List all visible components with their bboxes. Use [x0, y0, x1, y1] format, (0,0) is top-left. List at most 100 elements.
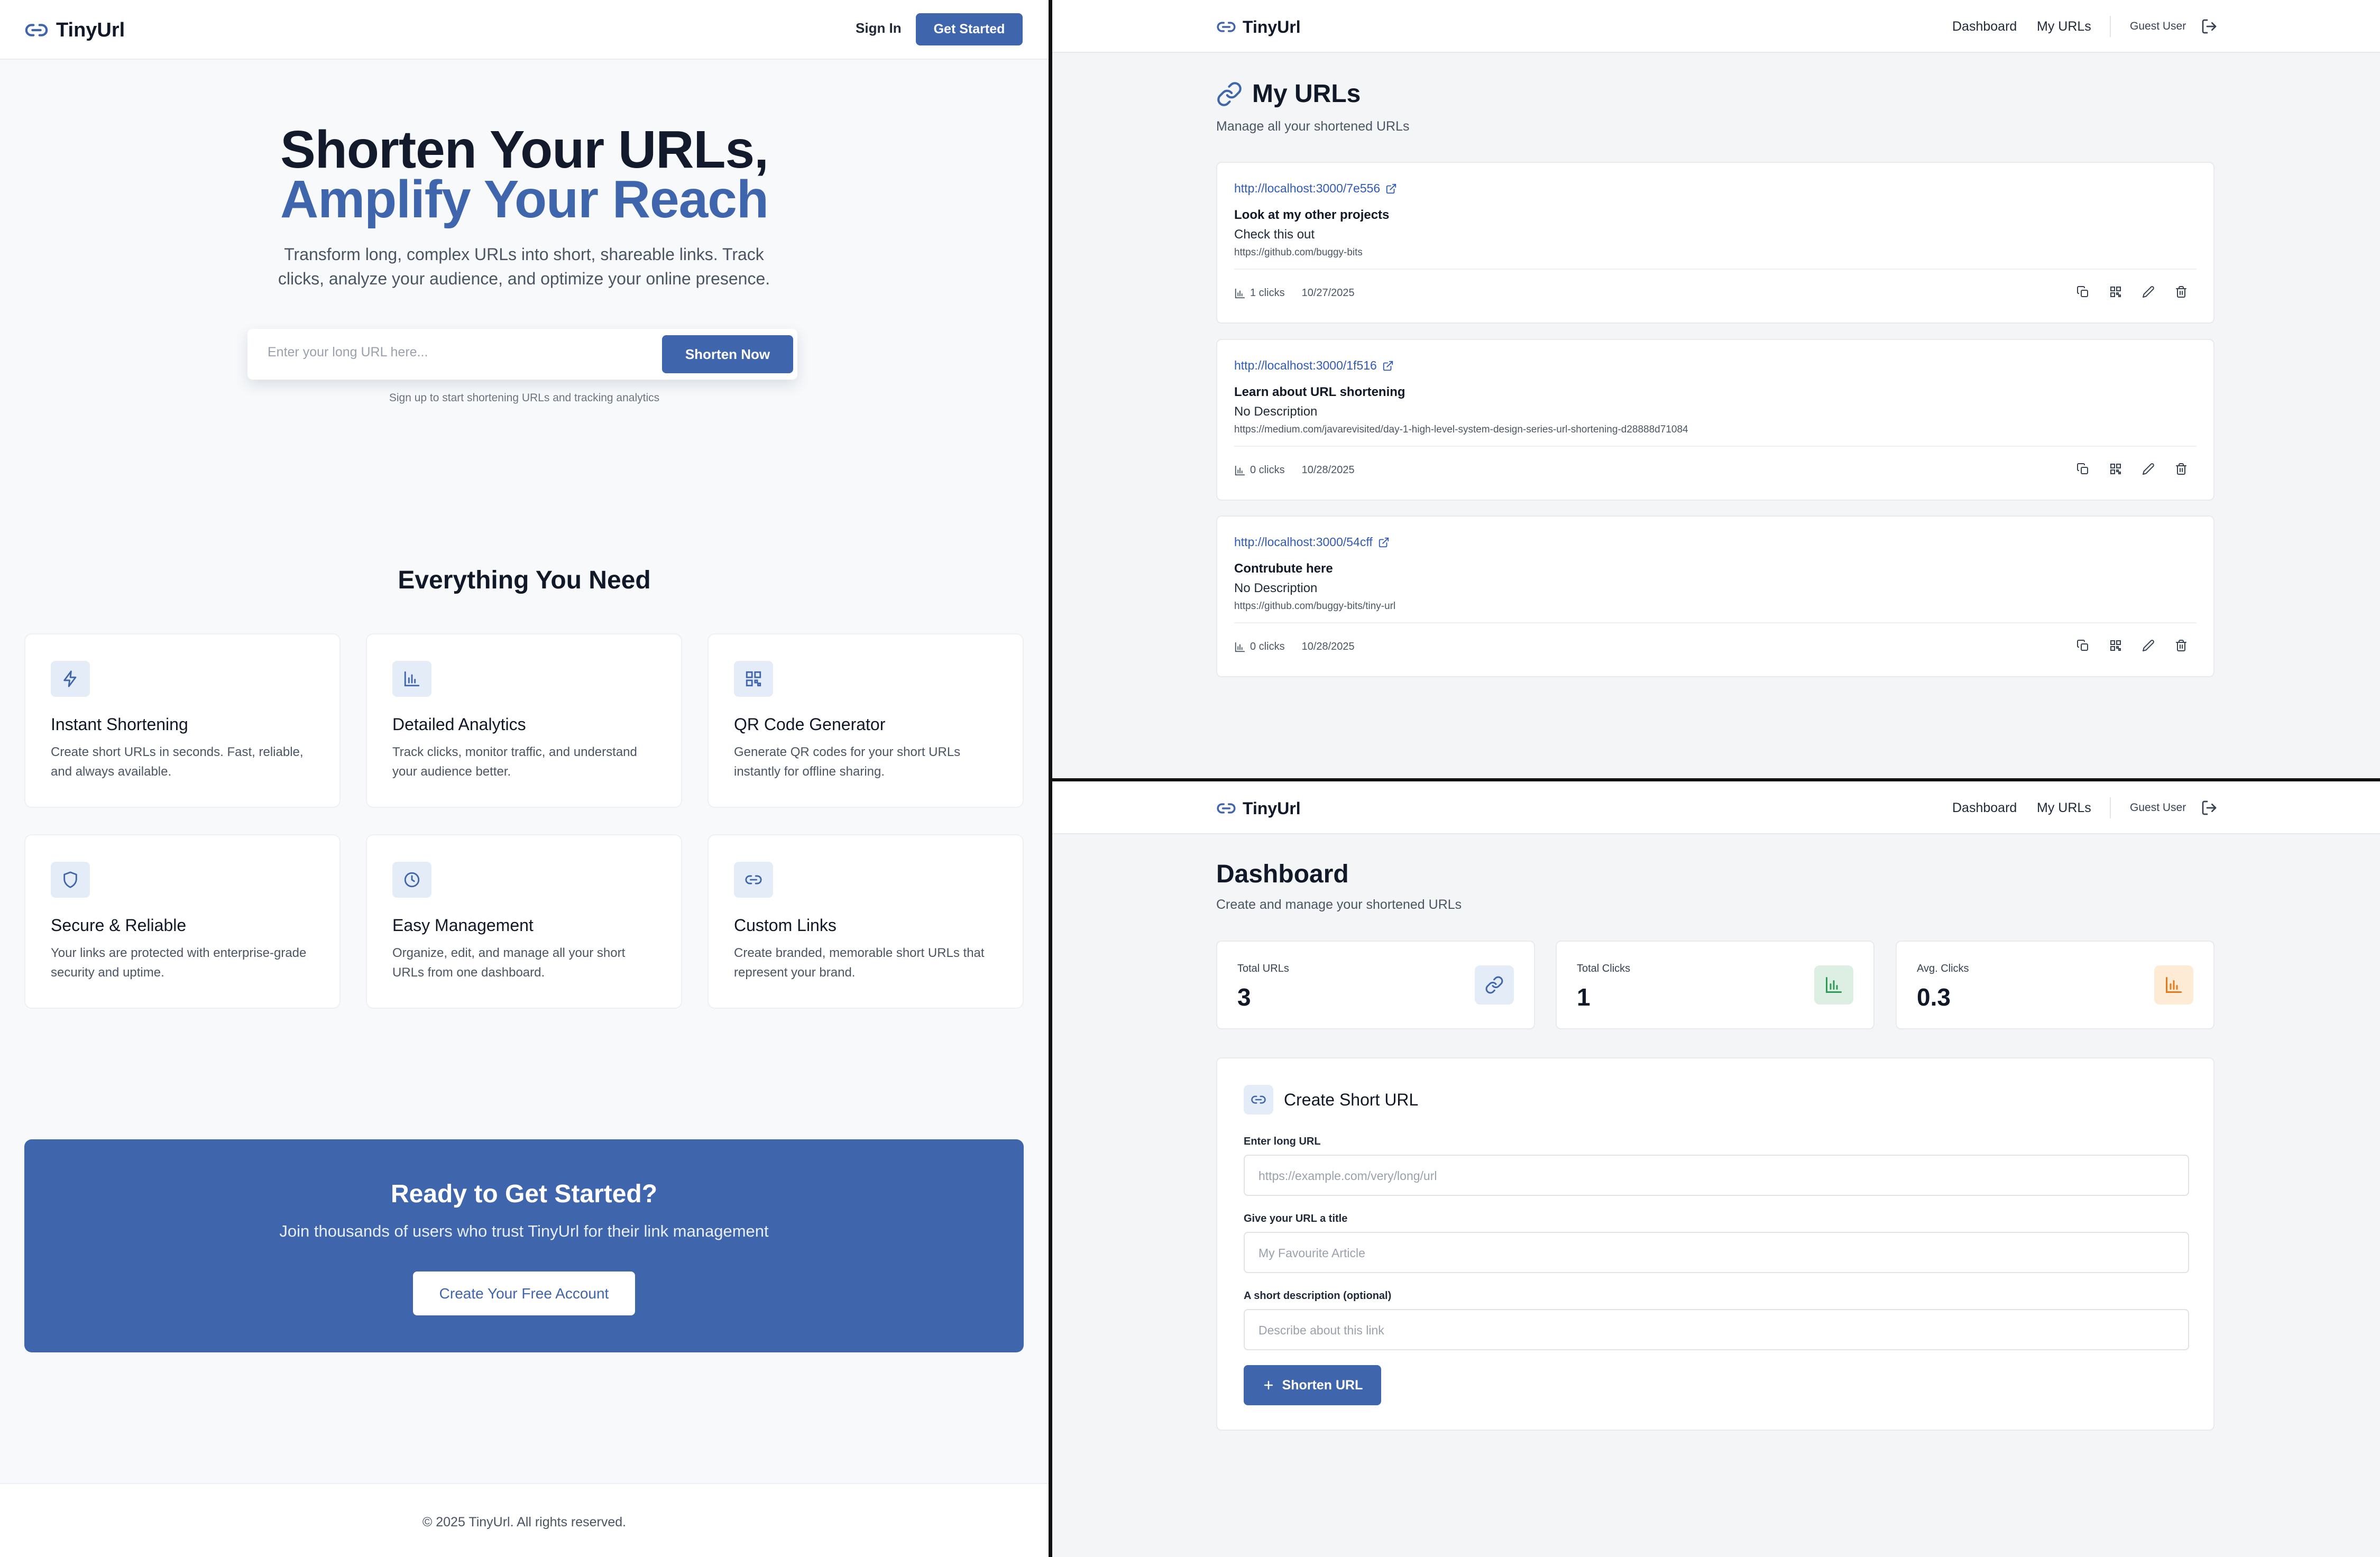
copy-icon[interactable]	[2076, 285, 2090, 299]
app-header: TinyUrl Dashboard My URLs Guest User	[1052, 0, 2380, 53]
edit-icon[interactable]	[2142, 462, 2155, 476]
qr-code-icon[interactable]	[2109, 462, 2122, 476]
edit-icon[interactable]	[2142, 639, 2155, 652]
link-icon	[1244, 1085, 1273, 1114]
url-title: Learn about URL shortening	[1234, 385, 1405, 399]
logo-text: TinyUrl	[1243, 798, 1301, 818]
long-url-input[interactable]: Enter your long URL here...	[268, 345, 428, 360]
nav-separator	[2110, 16, 2111, 37]
logo[interactable]: TinyUrl	[1216, 798, 1301, 818]
copy-icon[interactable]	[2076, 462, 2090, 476]
feature-desc: Track clicks, monitor traffic, and under…	[392, 745, 637, 779]
external-link-icon	[1378, 537, 1390, 548]
nav-dashboard[interactable]: Dashboard	[1952, 800, 2017, 816]
link-icon	[1475, 965, 1514, 1005]
feature-title: Detailed Analytics	[392, 715, 526, 734]
link-icon	[734, 862, 773, 898]
copy-icon[interactable]	[2076, 639, 2090, 652]
user-name: Guest User	[2130, 20, 2186, 32]
divider	[1234, 622, 2197, 623]
trash-icon[interactable]	[2174, 639, 2188, 652]
hero-title-line2: Amplify Your Reach	[280, 170, 769, 229]
logout-icon[interactable]	[2201, 799, 2218, 816]
long-url-field[interactable]: https://example.com/very/long/url	[1244, 1155, 2189, 1196]
short-url-link[interactable]: http://localhost:3000/1f516	[1234, 358, 1394, 373]
cta-subtitle: Join thousands of users who trust TinyUr…	[279, 1222, 769, 1240]
bar-chart-icon	[1234, 465, 1246, 476]
logo[interactable]: TinyUrl	[1216, 17, 1301, 37]
features-title: Everything You Need	[398, 566, 651, 594]
stat-card-total-urls: Total URLs 3	[1216, 941, 1535, 1029]
qr-code-icon[interactable]	[2109, 639, 2122, 652]
divider	[1234, 269, 2197, 270]
link-icon	[24, 18, 49, 42]
stat-label: Avg. Clicks	[1917, 963, 1969, 974]
edit-icon[interactable]	[2142, 285, 2155, 299]
url-actions	[2076, 639, 2188, 652]
bar-chart-icon	[392, 661, 431, 697]
footer: © 2025 TinyUrl. All rights reserved.	[0, 1483, 1049, 1557]
create-url-card: Create Short URL Enter long URL https://…	[1216, 1057, 2214, 1431]
plus-icon	[1262, 1379, 1275, 1392]
title-placeholder: My Favourite Article	[1258, 1246, 1365, 1260]
long-url: https://github.com/buggy-bits	[1234, 247, 1363, 258]
get-started-button[interactable]: Get Started	[916, 13, 1023, 45]
feature-card: Detailed Analytics Track clicks, monitor…	[366, 633, 682, 808]
external-link-icon	[1382, 360, 1394, 372]
feature-title: Instant Shortening	[51, 715, 188, 734]
url-description: Check this out	[1234, 227, 1315, 242]
stat-label: Total URLs	[1237, 963, 1289, 974]
long-url: https://github.com/buggy-bits/tiny-url	[1234, 601, 1396, 612]
url-card: http://localhost:3000/1f516 Learn about …	[1216, 339, 2214, 501]
clock-icon	[392, 862, 431, 898]
title-label: Give your URL a title	[1244, 1213, 1348, 1224]
shield-icon	[51, 862, 90, 898]
description-field[interactable]: Describe about this link	[1244, 1309, 2189, 1350]
app-header: TinyUrl Dashboard My URLs Guest User	[1052, 781, 2380, 834]
link-icon	[1216, 17, 1236, 37]
nav-separator	[2110, 797, 2111, 818]
feature-card: Secure & Reliable Your links are protect…	[24, 834, 341, 1009]
title-field[interactable]: My Favourite Article	[1244, 1232, 2189, 1273]
short-url-text: http://localhost:3000/54cff	[1234, 535, 1373, 549]
nav-dashboard[interactable]: Dashboard	[1952, 19, 2017, 34]
dashboard-page: TinyUrl Dashboard My URLs Guest User Das…	[1052, 781, 2380, 1557]
click-count: 0 clicks	[1250, 464, 1285, 476]
stat-label: Total Clicks	[1577, 963, 1631, 974]
signup-note: Sign up to start shortening URLs and tra…	[389, 392, 660, 404]
landing-header: TinyUrl Sign In Get Started	[0, 0, 1049, 60]
page-title-row: My URLs	[1216, 79, 1361, 108]
feature-title: Custom Links	[734, 916, 837, 935]
logout-icon[interactable]	[2201, 18, 2218, 35]
create-account-button[interactable]: Create Your Free Account	[413, 1272, 635, 1315]
trash-icon[interactable]	[2174, 285, 2188, 299]
create-url-header: Create Short URL	[1244, 1085, 1418, 1114]
bar-chart-icon	[1814, 965, 1853, 1005]
url-stats: 0 clicks 10/28/2025	[1234, 464, 1355, 476]
feature-desc: Generate QR codes for your short URLs in…	[734, 745, 961, 779]
feature-desc: Your links are protected with enterprise…	[51, 946, 307, 980]
nav-my-urls[interactable]: My URLs	[2037, 800, 2091, 816]
sign-in-link[interactable]: Sign In	[856, 20, 902, 36]
hero-shorten-form: Enter your long URL here... Shorten Now	[247, 329, 797, 380]
feature-title: Easy Management	[392, 916, 534, 935]
landing-page: TinyUrl Sign In Get Started Shorten Your…	[0, 0, 1049, 1557]
url-stats: 0 clicks 10/28/2025	[1234, 641, 1355, 653]
feature-card: Easy Management Organize, edit, and mana…	[366, 834, 682, 1009]
logo[interactable]: TinyUrl	[24, 18, 125, 42]
short-url-link[interactable]: http://localhost:3000/54cff	[1234, 535, 1390, 549]
link-icon	[1216, 798, 1236, 818]
url-title: Contrubute here	[1234, 561, 1333, 576]
trash-icon[interactable]	[2174, 462, 2188, 476]
shorten-now-button[interactable]: Shorten Now	[662, 335, 793, 373]
stat-value: 3	[1237, 983, 1251, 1011]
create-url-title: Create Short URL	[1284, 1090, 1419, 1109]
nav-my-urls[interactable]: My URLs	[2037, 19, 2091, 34]
url-description: No Description	[1234, 581, 1318, 595]
url-actions	[2076, 462, 2188, 476]
click-count: 0 clicks	[1250, 641, 1285, 652]
shorten-url-button[interactable]: Shorten URL	[1244, 1365, 1381, 1405]
short-url-link[interactable]: http://localhost:3000/7e556	[1234, 181, 1397, 196]
qr-code-icon[interactable]	[2109, 285, 2122, 299]
stat-card-total-clicks: Total Clicks 1	[1556, 941, 1874, 1029]
